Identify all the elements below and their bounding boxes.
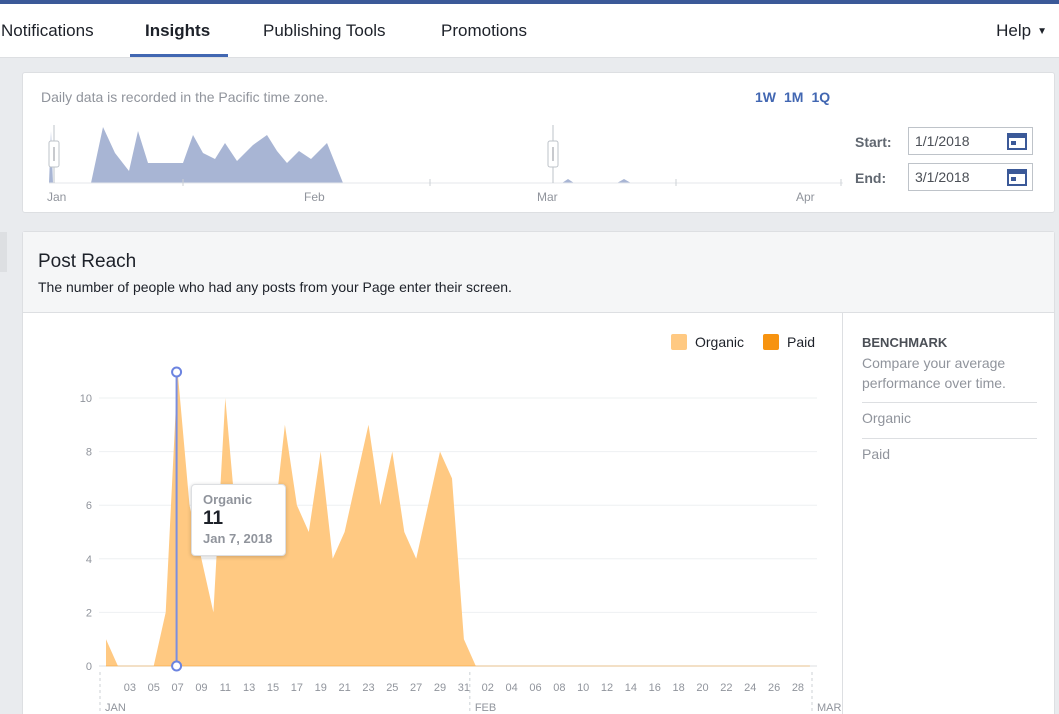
legend-paid-label: Paid bbox=[787, 334, 816, 350]
benchmark-description: Compare your average performance over ti… bbox=[862, 355, 1006, 391]
caret-down-icon: ▼ bbox=[1037, 25, 1047, 37]
calendar-icon[interactable] bbox=[1007, 169, 1027, 186]
post-reach-card: Post Reach The number of people who had … bbox=[22, 231, 1055, 714]
tooltip-value: 11 bbox=[203, 508, 224, 529]
end-date-value: 3/1/2018 bbox=[915, 169, 970, 185]
tab-insights[interactable]: Insights bbox=[145, 4, 210, 58]
start-date-label: Start: bbox=[855, 134, 892, 150]
legend-paid-swatch bbox=[763, 334, 779, 350]
page-nav-bar: Notifications Insights Publishing Tools … bbox=[0, 4, 1059, 58]
legend-organic[interactable]: Organic bbox=[671, 334, 744, 350]
overview-area bbox=[49, 127, 631, 183]
overview-month-mar: Mar bbox=[537, 190, 558, 204]
post-reach-header: Post Reach The number of people who had … bbox=[23, 232, 1054, 313]
legend-organic-label: Organic bbox=[695, 334, 745, 350]
benchmark-item-organic[interactable]: Organic bbox=[862, 402, 1037, 426]
tooltip-date: Jan 7, 2018 bbox=[203, 531, 273, 546]
tab-notifications[interactable]: Notifications bbox=[1, 4, 94, 58]
legend-organic-swatch bbox=[671, 334, 687, 350]
tooltip-series: Organic bbox=[203, 492, 253, 507]
help-label: Help bbox=[996, 21, 1032, 40]
help-menu[interactable]: Help ▼ bbox=[996, 4, 1047, 58]
benchmark-item-paid[interactable]: Paid bbox=[862, 438, 1037, 462]
range-1q-button[interactable]: 1Q bbox=[811, 89, 830, 105]
overview-month-jan: Jan bbox=[47, 190, 66, 204]
tab-publishing-tools[interactable]: Publishing Tools bbox=[263, 4, 386, 58]
range-buttons: 1W 1M 1Q bbox=[755, 89, 838, 105]
date-range-card: Daily data is recorded in the Pacific ti… bbox=[22, 72, 1055, 213]
tab-promotions[interactable]: Promotions bbox=[441, 4, 527, 58]
range-1w-button[interactable]: 1W bbox=[755, 89, 776, 105]
end-date-label: End: bbox=[855, 170, 887, 186]
range-end-handle[interactable] bbox=[547, 125, 559, 183]
left-side-tab bbox=[0, 232, 7, 272]
range-1m-button[interactable]: 1M bbox=[784, 89, 803, 105]
active-tab-underline bbox=[130, 54, 228, 57]
overview-month-apr: Apr bbox=[796, 190, 815, 204]
calendar-icon[interactable] bbox=[1007, 133, 1027, 150]
start-date-value: 1/1/2018 bbox=[915, 133, 970, 149]
chart-tooltip: Organic 11 Jan 7, 2018 bbox=[191, 484, 286, 556]
benchmark-title: BENCHMARK bbox=[862, 335, 948, 350]
post-reach-title: Post Reach bbox=[38, 251, 137, 272]
end-date-field[interactable]: 3/1/2018 bbox=[908, 163, 1033, 191]
timezone-note: Daily data is recorded in the Pacific ti… bbox=[41, 89, 329, 105]
start-date-field[interactable]: 1/1/2018 bbox=[908, 127, 1033, 155]
overview-month-feb: Feb bbox=[304, 190, 325, 204]
post-reach-subtitle: The number of people who had any posts f… bbox=[38, 279, 512, 295]
legend-paid[interactable]: Paid bbox=[763, 334, 815, 350]
benchmark-panel: BENCHMARK Compare your average performan… bbox=[842, 313, 1054, 714]
overview-timeline[interactable]: Jan Feb Mar Apr bbox=[43, 121, 843, 221]
